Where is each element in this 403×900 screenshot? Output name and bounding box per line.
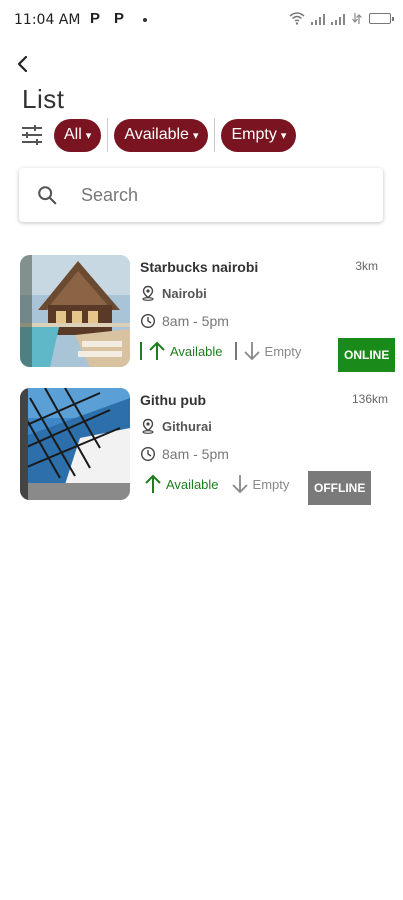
chevron-down-icon: ▾ (192, 129, 199, 142)
filter-row: All ▾ Available ▾ Empty ▾ (20, 118, 297, 152)
empty-label: Empty (264, 343, 302, 359)
empty-status: Empty (231, 474, 290, 494)
location-pin-icon (142, 418, 154, 434)
system-icons (289, 12, 394, 25)
filter-chip-available[interactable]: Available ▾ (114, 118, 209, 152)
place-hours: 8am - 5pm (140, 313, 229, 329)
parking-notification-icon: P (90, 10, 101, 27)
place-distance: 136km (351, 392, 388, 406)
status-bar: 11:04 AM P P (0, 0, 403, 40)
list-item[interactable]: Starbucks nairobi 3km Nairobi 8am - 5pm … (20, 255, 400, 372)
place-name: Starbucks nairobi (140, 259, 259, 275)
hours-label: 8am - 5pm (162, 446, 229, 462)
availability-row: Available Empty (144, 474, 289, 494)
hours-label: 8am - 5pm (162, 313, 229, 329)
arrow-down-icon (243, 342, 260, 361)
list-item[interactable]: Githu pub 136km Githurai 8am - 5pm Avail… (20, 388, 400, 505)
availability-row: Available Empty (140, 341, 301, 361)
empty-indicator (234, 342, 237, 360)
search-icon (38, 186, 57, 205)
back-arrow-icon[interactable] (12, 52, 36, 76)
signal-icon (331, 13, 345, 25)
filter-sliders-icon[interactable] (20, 123, 44, 147)
place-name: Githu pub (140, 392, 207, 408)
status-time: 11:04 AM (14, 12, 81, 28)
filter-chip-all[interactable]: All ▾ (54, 118, 102, 152)
available-status: Available (144, 474, 219, 494)
available-label: Available (166, 476, 219, 492)
divider (214, 118, 216, 152)
wifi-icon (289, 12, 305, 25)
data-arrows-icon (352, 13, 362, 24)
empty-status: Empty (243, 341, 302, 361)
clock-icon (140, 446, 156, 462)
empty-label: Empty (252, 476, 290, 492)
available-indicator (140, 342, 142, 360)
place-photo (20, 388, 130, 500)
search-bar (19, 168, 383, 222)
clock-icon (140, 313, 156, 329)
location-label: Githurai (162, 418, 212, 434)
page-title: List (22, 84, 65, 114)
chip-label: All (64, 126, 82, 143)
available-status: Available (148, 341, 223, 361)
chevron-down-icon: ▾ (280, 129, 287, 142)
place-distance: 3km (355, 259, 378, 273)
location-pin-icon (142, 285, 154, 301)
status-badge: OFFLINE (308, 471, 372, 505)
status-badge: ONLINE (338, 338, 396, 372)
arrow-up-icon (145, 474, 161, 493)
search-input[interactable] (81, 178, 371, 212)
place-location: Githurai (140, 418, 212, 434)
divider (107, 118, 109, 152)
location-label: Nairobi (162, 285, 207, 301)
arrow-up-icon (149, 341, 165, 360)
filter-chip-empty[interactable]: Empty ▾ (221, 118, 297, 152)
available-label: Available (170, 343, 223, 359)
chip-label: Empty (231, 126, 277, 143)
parking-notification-icon: P (114, 10, 125, 27)
notification-dot-icon (143, 18, 147, 22)
place-hours: 8am - 5pm (140, 446, 229, 462)
arrow-down-icon (231, 475, 248, 494)
signal-icon (311, 13, 325, 25)
chip-label: Available (124, 126, 189, 143)
chevron-down-icon: ▾ (85, 129, 92, 142)
place-location: Nairobi (140, 285, 207, 301)
place-photo (20, 255, 130, 367)
battery-icon (369, 13, 394, 24)
